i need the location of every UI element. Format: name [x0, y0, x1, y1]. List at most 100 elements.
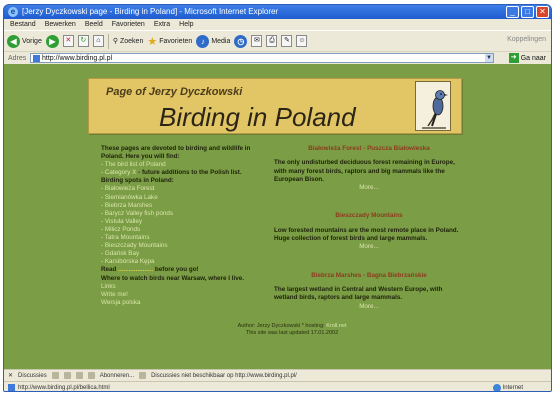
forward-button[interactable]: ▶: [45, 34, 59, 48]
category-x-line: - Category X - future additions to the P…: [101, 169, 261, 177]
address-dropdown-icon[interactable]: ▼: [485, 54, 493, 62]
status-url: http://www.birding.pl.pl/bellica.html: [18, 384, 110, 391]
page-title: Birding in Poland: [159, 102, 356, 132]
links-label[interactable]: Koppelingen: [507, 36, 546, 43]
security-zone: Internet: [492, 384, 523, 391]
close-button[interactable]: ✕: [536, 6, 549, 18]
media-label: Media: [211, 37, 231, 45]
section-title[interactable]: Bieszczady Mountains: [274, 212, 464, 220]
spot-link[interactable]: - Vistula Valley: [101, 218, 261, 226]
menu-favorites[interactable]: Favorieten: [112, 19, 145, 30]
spot-link[interactable]: - Milicz Ponds: [101, 226, 261, 234]
toolbar-separator: [107, 33, 109, 49]
address-input[interactable]: http://www.birding.pl.pl ▼: [30, 53, 494, 63]
address-bar: Adres http://www.birding.pl.pl ▼ ➜ Ga na…: [4, 51, 551, 64]
more-link[interactable]: More...: [274, 303, 464, 311]
maximize-button[interactable]: □: [521, 6, 534, 18]
window-title: [Jerzy Dyczkowski page - Birding in Pola…: [22, 7, 279, 16]
discuss-label[interactable]: Discussies: [18, 373, 47, 379]
section-title[interactable]: Biebrza Marshes - Bagna Biebrzańskie: [274, 272, 464, 280]
read-line: Read .................... before you go!: [101, 266, 261, 274]
print-button[interactable]: ⎙: [266, 35, 278, 47]
nav-links[interactable]: Links: [101, 283, 261, 291]
read-link[interactable]: ....................: [118, 266, 153, 273]
left-column: These pages are devoted to birding and w…: [101, 145, 261, 307]
messenger-button[interactable]: ☺: [296, 35, 308, 47]
bird-logo: [415, 81, 451, 131]
menu-bar: Bestand Bewerken Beeld Favorieten Extra …: [4, 19, 551, 30]
discuss-tool-icon[interactable]: [87, 372, 95, 379]
subscribe-label[interactable]: Abonneren...: [100, 373, 134, 379]
address-url: http://www.birding.pl.pl: [42, 54, 113, 62]
read-prefix: Read: [101, 266, 117, 274]
section-title[interactable]: Białowieża Forest - Puszcza Białowieska: [274, 145, 464, 153]
home-button[interactable]: ⌂: [92, 35, 104, 47]
page-header: Page of Jerzy Dyczkowski Birding in Pola…: [88, 78, 462, 134]
footer-author-line: Author: Jerzy Dyczkowski * hosting: Krol…: [192, 323, 392, 330]
search-label: Zoeken: [120, 37, 144, 45]
browser-window: e [Jerzy Dyczkowski page - Birding in Po…: [3, 4, 552, 392]
spot-link[interactable]: - Siemianówka Lake: [101, 194, 261, 202]
link-bird-list[interactable]: - The bird list of Poland: [101, 161, 261, 169]
star-icon: ★: [147, 35, 158, 48]
page-subtitle: Page of Jerzy Dyczkowski: [106, 86, 243, 98]
back-arrow-icon: ◀: [7, 34, 20, 48]
spot-link[interactable]: - Biebrza Marshes: [101, 202, 261, 210]
intro-text: These pages are devoted to birding and w…: [101, 145, 251, 161]
spot-link[interactable]: - Karsibórska Kępa: [101, 258, 261, 266]
mail-button[interactable]: ✉: [251, 35, 263, 47]
menu-edit[interactable]: Bewerken: [45, 19, 76, 30]
spot-link[interactable]: - Białowieża Forest: [101, 185, 261, 193]
edit-button[interactable]: ✎: [281, 35, 293, 47]
menu-tools[interactable]: Extra: [154, 19, 170, 30]
search-icon: ⚲: [112, 38, 118, 45]
go-button[interactable]: ➜ Ga naar: [508, 53, 546, 63]
footer-host-link[interactable]: Kroll.net: [326, 323, 346, 329]
more-link[interactable]: More...: [274, 184, 464, 192]
discuss-status: Discussies niet beschikbaar op http://ww…: [151, 372, 297, 379]
discuss-tool-icon[interactable]: [139, 372, 147, 379]
page-content: Page of Jerzy Dyczkowski Birding in Pola…: [4, 65, 551, 369]
bird-drawing-icon: [422, 90, 448, 129]
stop-button[interactable]: ✕: [62, 35, 74, 47]
discuss-tool-icon[interactable]: [51, 372, 59, 379]
footer-updated: This site was last updated 17.01.2002: [245, 330, 339, 336]
media-button[interactable]: ♪ Media: [196, 34, 231, 48]
menu-view[interactable]: Beeld: [85, 19, 103, 30]
section-text: Low forested mountains are the most remo…: [274, 226, 459, 243]
history-button[interactable]: ◷: [234, 34, 248, 48]
menu-help[interactable]: Help: [179, 19, 193, 30]
section-text: The only undisturbed deciduous forest re…: [274, 159, 455, 183]
favorites-button[interactable]: ★ Favorieten: [147, 35, 192, 48]
spot-link[interactable]: - Bieszczady Mountains: [101, 242, 261, 250]
address-label: Adres: [8, 54, 27, 62]
go-arrow-icon: ➜: [508, 53, 519, 63]
refresh-button[interactable]: ↻: [77, 35, 89, 47]
link-category-x[interactable]: - Category X: [101, 169, 136, 176]
spot-link[interactable]: - Tatra Mountains: [101, 234, 261, 242]
media-icon: ♪: [196, 34, 210, 48]
more-link[interactable]: More...: [274, 243, 464, 251]
spots-heading: Birding spots in Poland:: [101, 177, 174, 185]
where-text[interactable]: Where to watch birds near Warsaw, where …: [101, 275, 261, 283]
spot-link[interactable]: - Barycz Valley fish ponds: [101, 210, 261, 218]
page-footer: Author: Jerzy Dyczkowski * hosting: Krol…: [192, 323, 392, 337]
back-button[interactable]: ◀ Vorige: [7, 34, 42, 48]
discuss-tool-icon[interactable]: [75, 372, 83, 379]
search-button[interactable]: ⚲ Zoeken: [112, 37, 144, 46]
discussion-bar: ✕ Discussies Abonneren... Discussies nie…: [4, 369, 551, 381]
discuss-tool-icon[interactable]: [63, 372, 71, 379]
nav-polish-version[interactable]: Wersja polska: [101, 299, 261, 307]
ie-logo-icon: e: [8, 7, 18, 17]
toolbar: ◀ Vorige ▶ ✕ ↻ ⌂ ⚲ Zoeken ★ Favorieten ♪…: [4, 30, 551, 51]
minimize-button[interactable]: _: [506, 6, 519, 18]
page-icon: [33, 54, 40, 62]
spot-link[interactable]: - Gdańsk Bay: [101, 250, 261, 258]
discuss-close-icon[interactable]: ✕: [8, 372, 13, 379]
category-x-note: - future additions to the Polish list.: [138, 169, 242, 177]
menu-file[interactable]: Bestand: [10, 19, 36, 30]
section-bieszczady: Bieszczady Mountains Low forested mounta…: [274, 212, 464, 251]
footer-author: Author: Jerzy Dyczkowski * hosting:: [237, 323, 325, 329]
status-bar: http://www.birding.pl.pl/bellica.html In…: [4, 381, 551, 391]
nav-write-me[interactable]: Write me!: [101, 291, 261, 299]
